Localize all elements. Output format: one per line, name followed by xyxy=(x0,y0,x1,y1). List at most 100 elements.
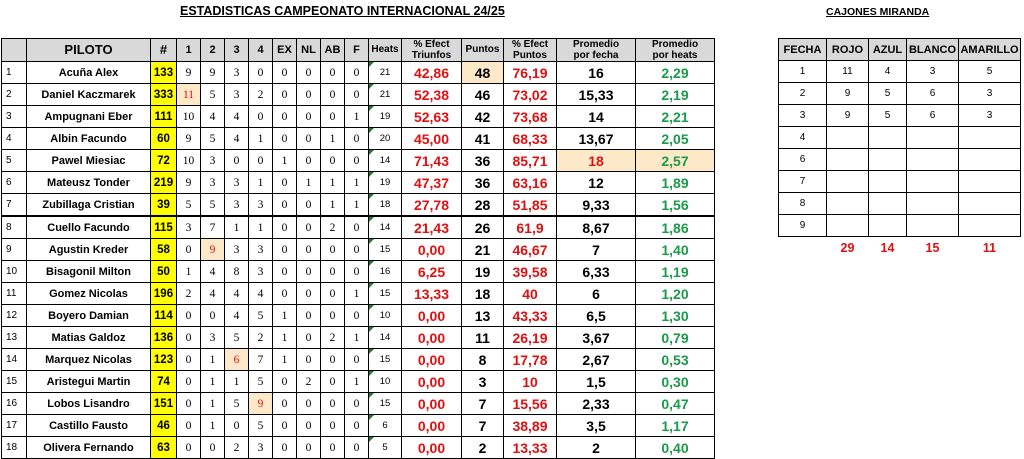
cell-ex[interactable]: 0 xyxy=(272,238,297,261)
cell-puntos[interactable]: 11 xyxy=(461,326,504,349)
cell-efect-tri[interactable]: 47,37 xyxy=(401,171,462,194)
cell-c2[interactable]: 3 xyxy=(200,326,225,349)
cell-name[interactable]: Albin Facundo xyxy=(26,127,151,150)
cell-c1[interactable]: 1 xyxy=(176,260,201,283)
cajones-cell-rojo[interactable] xyxy=(826,192,869,215)
cell-ab[interactable]: 0 xyxy=(320,61,345,84)
cell-c3[interactable]: 4 xyxy=(224,282,249,305)
cell-idx[interactable]: 1 xyxy=(1,61,27,84)
cell-efect-pts[interactable]: 63,16 xyxy=(503,171,557,194)
cell-f[interactable]: 1 xyxy=(344,193,369,217)
cell-f[interactable]: 1 xyxy=(344,326,369,349)
cell-heats[interactable]: 18 xyxy=(368,193,402,217)
cell-idx[interactable]: 13 xyxy=(1,326,27,349)
cell-heats[interactable]: 15 xyxy=(368,392,402,415)
cell-efect-pts[interactable]: 39,58 xyxy=(503,260,557,283)
cell-f[interactable]: 1 xyxy=(344,282,369,305)
cell-name[interactable]: Marquez Nicolas xyxy=(26,348,151,371)
cell-heats[interactable]: 19 xyxy=(368,105,402,128)
cell-puntos[interactable]: 21 xyxy=(461,238,504,261)
cell-prom-fecha[interactable]: 16 xyxy=(556,61,636,84)
cell-c1[interactable]: 0 xyxy=(176,392,201,415)
cajones-cell-azul[interactable]: 5 xyxy=(868,82,907,105)
cell-heats[interactable]: 21 xyxy=(368,61,402,84)
cell-num[interactable]: 196 xyxy=(150,282,177,305)
cell-efect-tri[interactable]: 52,63 xyxy=(401,105,462,128)
cell-c1[interactable]: 0 xyxy=(176,238,201,261)
cell-name[interactable]: Ampugnani Eber xyxy=(26,105,151,128)
cell-puntos[interactable]: 19 xyxy=(461,260,504,283)
cell-nl[interactable]: 0 xyxy=(296,83,321,106)
cell-c3[interactable]: 4 xyxy=(224,105,249,128)
cell-ex[interactable]: 0 xyxy=(272,127,297,150)
cell-c3[interactable]: 8 xyxy=(224,260,249,283)
cell-nl[interactable]: 0 xyxy=(296,282,321,305)
cell-nl[interactable]: 0 xyxy=(296,61,321,84)
cell-ab[interactable]: 0 xyxy=(320,370,345,393)
cell-c4[interactable]: 3 xyxy=(248,238,273,261)
cell-name[interactable]: Gomez Nicolas xyxy=(26,282,151,305)
cell-efect-tri[interactable]: 0,00 xyxy=(401,326,462,349)
cajones-cell-blanco[interactable] xyxy=(906,170,959,193)
cell-ex[interactable]: 0 xyxy=(272,171,297,194)
cell-prom-fecha[interactable]: 2,33 xyxy=(556,392,636,415)
cell-name[interactable]: Zubillaga Cristian xyxy=(26,193,151,217)
cell-c4[interactable]: 1 xyxy=(248,215,273,239)
cajones-cell-azul[interactable]: 4 xyxy=(868,60,907,83)
cell-idx[interactable]: 14 xyxy=(1,348,27,371)
cell-ex[interactable]: 1 xyxy=(272,348,297,371)
cell-c4[interactable]: 2 xyxy=(248,83,273,106)
cell-efect-pts[interactable]: 13,33 xyxy=(503,436,557,459)
cell-prom-fecha[interactable]: 15,33 xyxy=(556,83,636,106)
cell-ex[interactable]: 0 xyxy=(272,105,297,128)
cell-efect-pts[interactable]: 10 xyxy=(503,370,557,393)
cell-idx[interactable]: 18 xyxy=(1,436,27,459)
cell-prom-fecha[interactable]: 9,33 xyxy=(556,193,636,217)
cell-f[interactable]: 0 xyxy=(344,61,369,84)
cell-idx[interactable]: 11 xyxy=(1,282,27,305)
cell-prom-heats[interactable]: 1,17 xyxy=(635,414,715,437)
cell-c1[interactable]: 0 xyxy=(176,436,201,459)
cajones-cell-amarillo[interactable]: 3 xyxy=(958,82,1021,105)
cell-c3[interactable]: 3 xyxy=(224,171,249,194)
cajones-cell-fecha[interactable]: 3 xyxy=(778,104,827,127)
cell-efect-pts[interactable]: 73,68 xyxy=(503,105,557,128)
cell-idx[interactable]: 3 xyxy=(1,105,27,128)
cell-nl[interactable]: 0 xyxy=(296,193,321,217)
cell-name[interactable]: Pawel Miesiac xyxy=(26,149,151,172)
cell-c2[interactable]: 4 xyxy=(200,260,225,283)
cell-heats[interactable]: 10 xyxy=(368,304,402,327)
cell-prom-fecha[interactable]: 12 xyxy=(556,171,636,194)
cell-c2[interactable]: 7 xyxy=(200,215,225,239)
cell-prom-heats[interactable]: 1,56 xyxy=(635,193,715,217)
cell-heats[interactable]: 14 xyxy=(368,326,402,349)
cell-puntos[interactable]: 18 xyxy=(461,282,504,305)
cell-c4[interactable]: 2 xyxy=(248,326,273,349)
cell-ex[interactable]: 0 xyxy=(272,282,297,305)
cell-c2[interactable]: 3 xyxy=(200,171,225,194)
cell-prom-fecha[interactable]: 6,33 xyxy=(556,260,636,283)
cajones-cell-amarillo[interactable]: 3 xyxy=(958,104,1021,127)
cell-f[interactable]: 1 xyxy=(344,370,369,393)
cell-ab[interactable]: 1 xyxy=(320,127,345,150)
cell-c3[interactable]: 5 xyxy=(224,392,249,415)
cell-idx[interactable]: 2 xyxy=(1,83,27,106)
cell-c1[interactable]: 0 xyxy=(176,370,201,393)
cell-f[interactable]: 0 xyxy=(344,414,369,437)
cell-puntos[interactable]: 7 xyxy=(461,392,504,415)
cell-prom-heats[interactable]: 2,21 xyxy=(635,105,715,128)
cajones-cell-blanco[interactable] xyxy=(906,192,959,215)
cell-num[interactable]: 74 xyxy=(150,370,177,393)
cell-ex[interactable]: 0 xyxy=(272,61,297,84)
cell-c2[interactable]: 1 xyxy=(200,348,225,371)
cell-c3[interactable]: 3 xyxy=(224,83,249,106)
cell-prom-fecha[interactable]: 2,67 xyxy=(556,348,636,371)
cell-heats[interactable]: 21 xyxy=(368,83,402,106)
cell-c1[interactable]: 0 xyxy=(176,348,201,371)
cell-prom-heats[interactable]: 0,53 xyxy=(635,348,715,371)
cell-c2[interactable]: 0 xyxy=(200,436,225,459)
cell-c2[interactable]: 0 xyxy=(200,304,225,327)
cell-num[interactable]: 136 xyxy=(150,326,177,349)
cell-name[interactable]: Lobos Lisandro xyxy=(26,392,151,415)
cajones-cell-rojo[interactable]: 9 xyxy=(826,104,869,127)
